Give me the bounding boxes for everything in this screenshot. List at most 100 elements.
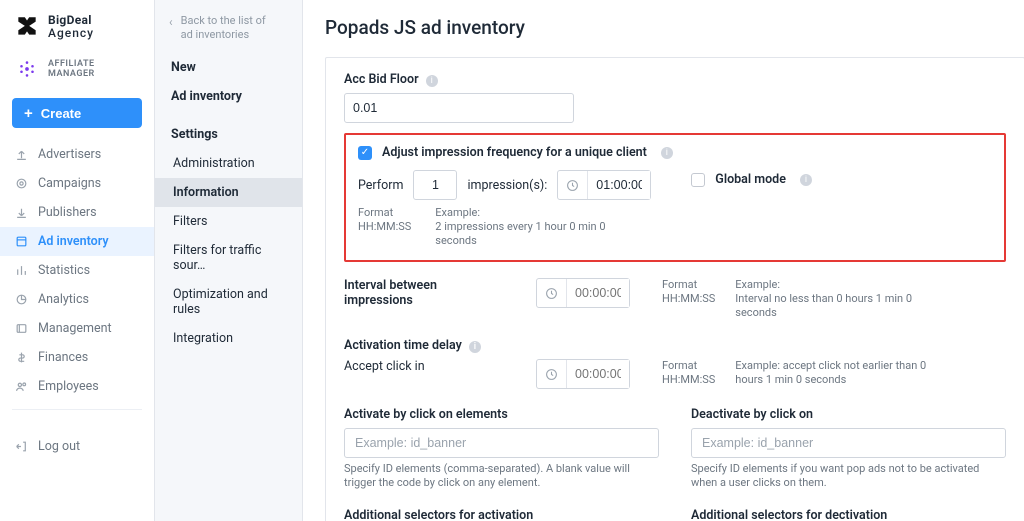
info-icon[interactable]: i	[661, 147, 673, 159]
interval-time-value[interactable]	[567, 279, 629, 307]
settings-sidebar: ‹ Back to the list of ad inventories New…	[155, 0, 303, 521]
perform-label: Perform	[358, 178, 403, 193]
format-label: Format	[662, 278, 715, 292]
example-label: Example:	[435, 206, 615, 220]
interval-example: Interval no less than 0 hours 1 min 0 se…	[735, 292, 935, 320]
deactivate-hint: Specify ID elements if you want pop ads …	[691, 462, 1006, 490]
activate-label: Activate by click on elements	[344, 407, 659, 422]
clock-icon	[537, 360, 567, 388]
nav-analytics[interactable]: Analytics	[0, 285, 154, 314]
users-icon	[14, 380, 28, 394]
chevron-left-icon: ‹	[169, 15, 173, 42]
nav-label: Employees	[38, 379, 99, 394]
nav-employees[interactable]: Employees	[0, 372, 154, 401]
format-value: HH:MM:SS	[358, 220, 411, 234]
plus-icon: +	[24, 106, 33, 121]
nav-label: Advertisers	[38, 147, 101, 162]
info-icon[interactable]: i	[426, 75, 438, 87]
impressions-label: impression(s):	[467, 178, 547, 193]
nav-label: Statistics	[38, 263, 90, 278]
accept-example: Example: accept click not earlier than 0…	[735, 359, 926, 386]
accept-click-label: Accept click in	[344, 359, 425, 374]
activate-input[interactable]	[344, 428, 659, 458]
dollar-icon	[14, 351, 28, 365]
nav-separator	[12, 409, 142, 410]
sec-optimization[interactable]: Optimization and rules	[155, 280, 302, 324]
nav-advertisers[interactable]: Advertisers	[0, 140, 154, 169]
pie-icon	[14, 293, 28, 307]
nav-label: Management	[38, 321, 112, 336]
nav-label: Publishers	[38, 205, 97, 220]
deactivate-input[interactable]	[691, 428, 1006, 458]
target-icon	[14, 177, 28, 191]
sec-ad-inventory[interactable]: Ad inventory	[155, 82, 302, 111]
accept-time-value[interactable]	[567, 360, 629, 388]
management-icon	[14, 322, 28, 336]
nav-logout[interactable]: Log out	[0, 432, 154, 461]
brand: BigDeal Agency	[0, 0, 154, 50]
perform-time-input[interactable]	[557, 170, 651, 200]
activate-hint: Specify ID elements (comma-separated). A…	[344, 462, 659, 490]
format-label: Format	[662, 359, 715, 373]
role-label: AFFILIATE MANAGER	[48, 59, 140, 79]
nav-label: Analytics	[38, 292, 89, 307]
sec-administration[interactable]: Administration	[155, 149, 302, 178]
main-nav: Advertisers Campaigns Publishers Ad inve…	[0, 134, 154, 401]
accept-time-input[interactable]	[536, 359, 630, 389]
format-value: HH:MM:SS	[662, 373, 715, 387]
brand-line2: Agency	[48, 27, 94, 40]
acc-bid-floor-input[interactable]	[344, 93, 574, 123]
format-value: HH:MM:SS	[662, 292, 715, 306]
logout-icon	[14, 440, 28, 454]
nav-publishers[interactable]: Publishers	[0, 198, 154, 227]
back-line1: Back to the list of	[181, 14, 266, 28]
perform-time-value[interactable]	[588, 171, 650, 199]
layers-icon	[14, 235, 28, 249]
back-line2: ad inventories	[181, 28, 266, 42]
info-icon[interactable]: i	[800, 174, 812, 186]
nav-label: Log out	[38, 439, 80, 454]
back-link[interactable]: ‹ Back to the list of ad inventories	[155, 12, 302, 52]
nav-campaigns[interactable]: Campaigns	[0, 169, 154, 198]
create-button-label: Create	[41, 106, 81, 121]
addsel-act-label: Additional selectors for activation	[344, 508, 659, 521]
adjust-frequency-checkbox[interactable]: ✓	[358, 146, 372, 160]
nav-ad-inventory[interactable]: Ad inventory	[0, 227, 154, 256]
stats-icon	[14, 264, 28, 278]
sec-new[interactable]: New	[155, 58, 302, 82]
sec-filters-traffic[interactable]: Filters for traffic sour…	[155, 236, 302, 280]
download-icon	[14, 206, 28, 220]
addsel-deact-label: Additional selectors for dectivation	[691, 508, 1006, 521]
main-sidebar: BigDeal Agency AFFILIATE MANAGER + Creat…	[0, 0, 155, 521]
role-avatar-icon	[14, 56, 40, 82]
nav-statistics[interactable]: Statistics	[0, 256, 154, 285]
frequency-highlight-box: ✓ Adjust impression frequency for a uniq…	[344, 133, 1006, 262]
settings-panel: Acc Bid Floor i ✓ Adjust impression freq…	[325, 57, 1024, 521]
settings-nav: New Ad inventory Settings Administration…	[155, 58, 302, 353]
example-value: 2 impressions every 1 hour 0 min 0 secon…	[435, 220, 615, 248]
interval-label: Interval between impressions	[344, 278, 437, 308]
brand-logo-icon	[14, 14, 40, 40]
interval-time-input[interactable]	[536, 278, 630, 308]
sec-information[interactable]: Information	[155, 178, 302, 207]
sec-integration[interactable]: Integration	[155, 324, 302, 353]
deactivate-label: Deactivate by click on	[691, 407, 1006, 422]
nav-label: Ad inventory	[38, 234, 109, 249]
format-label: Format	[358, 206, 411, 220]
global-mode-checkbox[interactable]	[691, 173, 705, 187]
activation-label: Activation time delay	[344, 338, 462, 353]
main-content: Popads JS ad inventory Acc Bid Floor i ✓…	[303, 0, 1024, 521]
upload-icon	[14, 148, 28, 162]
acc-bid-floor-label: Acc Bid Floor	[344, 72, 419, 87]
clock-icon	[558, 171, 588, 199]
nav-finances[interactable]: Finances	[0, 343, 154, 372]
sec-filters[interactable]: Filters	[155, 207, 302, 236]
nav-management[interactable]: Management	[0, 314, 154, 343]
clock-icon	[537, 279, 567, 307]
info-icon[interactable]: i	[469, 341, 481, 353]
perform-count-input[interactable]	[413, 170, 457, 200]
sec-settings-head: Settings	[155, 113, 302, 149]
role-row: AFFILIATE MANAGER	[0, 50, 154, 92]
create-button[interactable]: + Create	[12, 98, 142, 128]
nav-label: Finances	[38, 350, 88, 365]
